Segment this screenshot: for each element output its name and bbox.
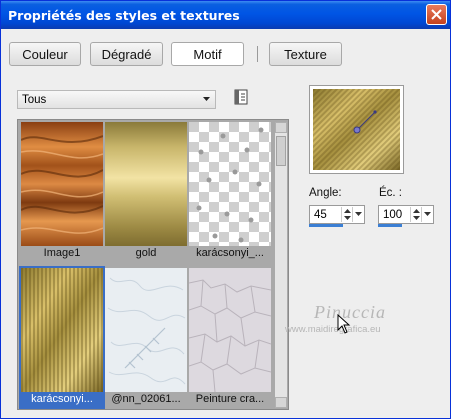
pattern-grid: Image1 gold karácsonyi_... karácsonyi...… xyxy=(17,119,289,410)
scroll-up-button[interactable] xyxy=(275,122,287,133)
scale-value: 100 xyxy=(383,208,403,221)
close-button[interactable] xyxy=(426,4,447,25)
spinner-arrows-icon xyxy=(412,209,420,220)
toolbar-divider xyxy=(257,46,258,62)
pattern-preview[interactable] xyxy=(309,85,404,174)
close-icon xyxy=(431,9,442,20)
pattern-label: gold xyxy=(135,247,157,259)
title-bar: Propriétés des styles et textures xyxy=(1,1,450,29)
angle-value: 45 xyxy=(314,208,327,221)
pattern-label: Image1 xyxy=(43,247,81,259)
pattern-thumbnail xyxy=(189,122,271,246)
scale-dropdown[interactable] xyxy=(421,207,432,222)
pattern-label: @nn_02061... xyxy=(111,393,181,405)
pattern-thumbnail xyxy=(21,122,103,246)
tab-texture[interactable]: Texture xyxy=(269,42,342,66)
chevron-down-icon xyxy=(203,97,210,101)
pattern-thumbnail xyxy=(21,268,103,392)
pattern-thumbnail xyxy=(189,268,271,392)
mouse-pointer-icon xyxy=(337,314,351,334)
preview-image xyxy=(313,89,400,170)
angle-dropdown[interactable] xyxy=(352,207,363,222)
resource-manager-icon[interactable] xyxy=(234,89,248,105)
pattern-browser-panel: Tous Image1 gold karácsonyi_... karácson… xyxy=(7,75,290,414)
angle-slider-bar[interactable] xyxy=(309,224,343,227)
pattern-item[interactable]: gold xyxy=(105,122,187,261)
chevron-down-icon xyxy=(423,212,431,216)
pattern-label: karácsonyi_... xyxy=(196,247,264,259)
tab-degrade[interactable]: Dégradé xyxy=(90,42,163,66)
pattern-scrollbar[interactable] xyxy=(275,122,287,408)
scale-spinner[interactable] xyxy=(410,207,421,222)
category-dropdown[interactable]: Tous xyxy=(17,90,216,109)
scroll-down-button[interactable] xyxy=(275,397,287,408)
scroll-thumb[interactable] xyxy=(276,136,286,166)
pattern-item-selected[interactable]: karácsonyi... xyxy=(19,266,105,409)
pattern-item[interactable]: Peinture cra... xyxy=(189,268,271,407)
pattern-thumbnail xyxy=(105,268,187,392)
tab-motif[interactable]: Motif xyxy=(171,42,244,66)
angle-input[interactable]: 45 xyxy=(309,205,365,224)
pattern-item[interactable]: Image1 xyxy=(21,122,103,261)
pattern-item[interactable]: karácsonyi_... xyxy=(189,122,271,261)
style-tabs-toolbar: Couleur Dégradé Motif Texture xyxy=(1,29,450,75)
angle-label: Angle: xyxy=(309,187,342,199)
scale-label: Éc. : xyxy=(379,187,403,199)
pattern-thumbnail xyxy=(105,122,187,246)
category-dropdown-value: Tous xyxy=(22,93,47,106)
pattern-label: Peinture cra... xyxy=(195,393,265,405)
window-title: Propriétés des styles et textures xyxy=(8,7,240,23)
chevron-down-icon xyxy=(354,212,362,216)
angle-spinner[interactable] xyxy=(341,207,352,222)
scale-slider-bar[interactable] xyxy=(378,224,402,227)
scale-input[interactable]: 100 xyxy=(378,205,434,224)
styles-textures-dialog: Propriétés des styles et textures Couleu… xyxy=(0,0,451,419)
tab-couleur[interactable]: Couleur xyxy=(9,42,81,66)
watermark-url: www.maidiregrafica.eu xyxy=(285,324,381,335)
pattern-item[interactable]: @nn_02061... xyxy=(105,268,187,407)
pattern-label: karácsonyi... xyxy=(21,392,103,407)
spinner-arrows-icon xyxy=(343,209,351,220)
